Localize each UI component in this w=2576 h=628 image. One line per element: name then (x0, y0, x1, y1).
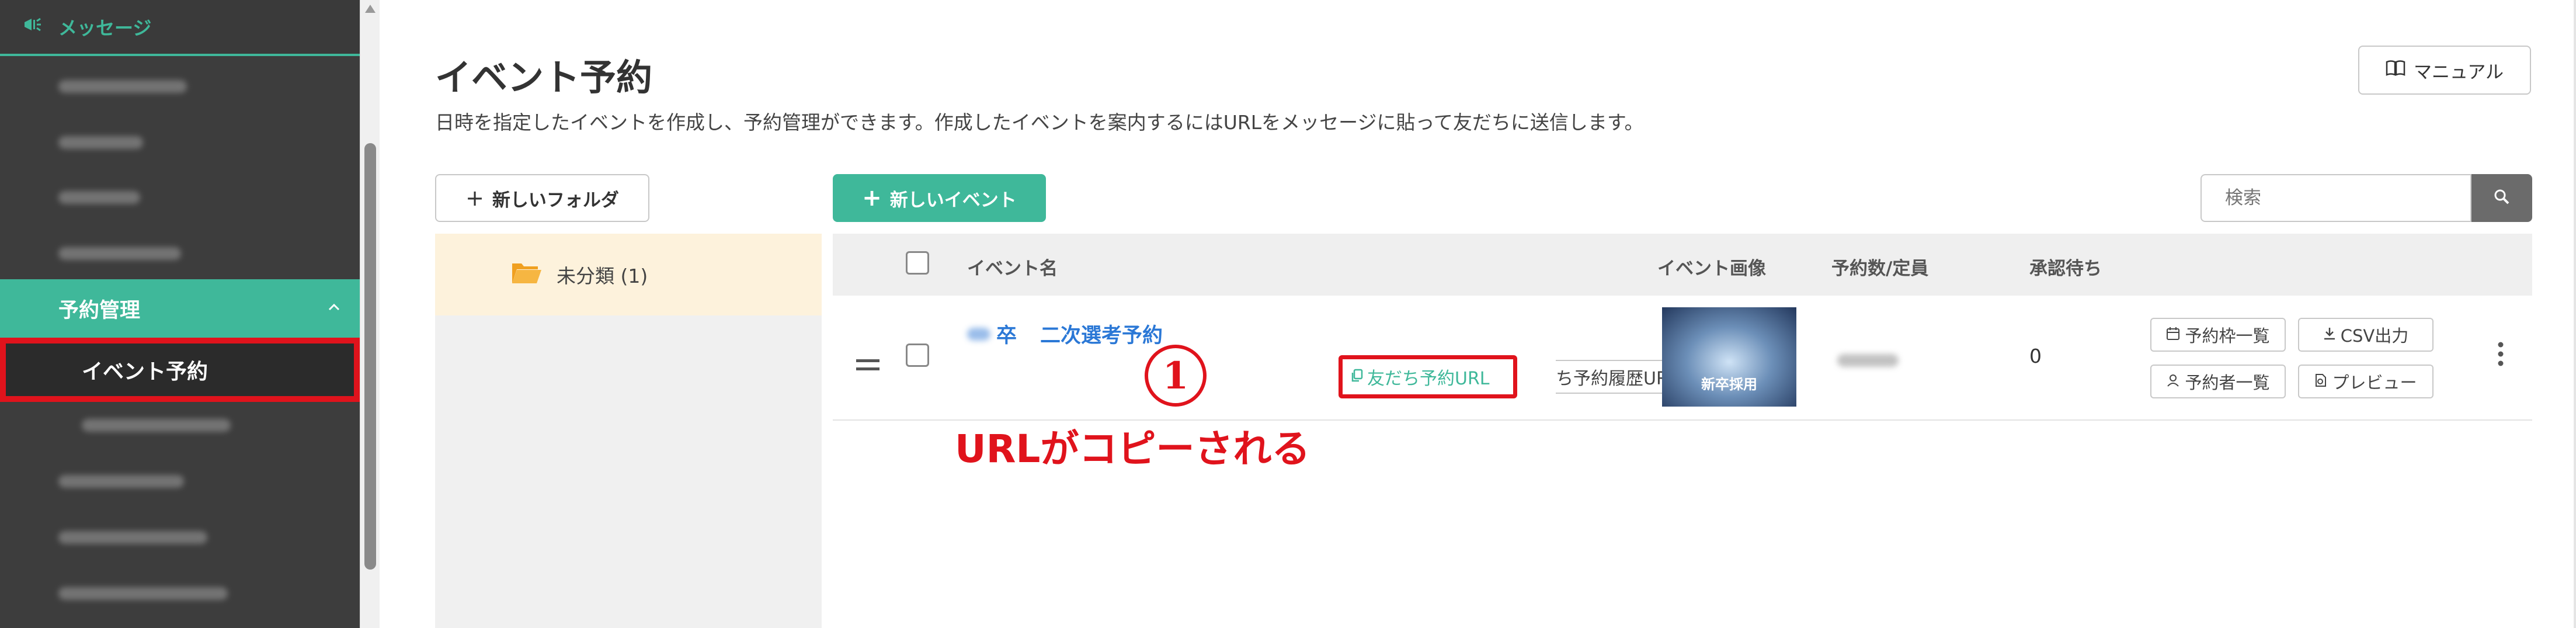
blurred-label (58, 80, 187, 93)
search-icon (2493, 188, 2511, 208)
copy-icon (1351, 367, 1364, 387)
scroll-up-icon[interactable] (365, 5, 376, 13)
sidebar-item-message[interactable]: メッセージ (0, 0, 360, 56)
sidebar-item-reservation[interactable]: 予約管理 (0, 279, 360, 338)
column-header: 承認待ち (2029, 258, 2102, 279)
sidebar-item-blurred[interactable] (0, 115, 360, 171)
folder-item[interactable]: 未分類 (1) (435, 234, 822, 315)
column-header: イベント名 (967, 258, 1058, 279)
event-name: 二次選考予約 (1040, 324, 1163, 348)
sidebar-item-label: 予約管理 (58, 299, 141, 322)
csv-export-label: CSV出力 (2340, 326, 2409, 346)
friend-url-label: 友だち予約URL (1367, 369, 1490, 389)
blurred-label (58, 587, 228, 600)
sidebar-subitem-event-reservation[interactable]: イベント予約 (0, 338, 360, 402)
sidebar-item-label: イベント予約 (82, 360, 208, 384)
blurred-text (1837, 354, 1899, 367)
main-content: イベント予約 日時を指定したイベントを作成し、予約管理ができます。作成したイベン… (380, 0, 2576, 628)
search-input[interactable] (2200, 174, 2471, 222)
manual-button[interactable]: マニュアル (2358, 46, 2531, 95)
preview-label: プレビュー (2332, 373, 2417, 393)
annotation-text: URLがコピーされる (955, 426, 1310, 471)
reservation-count (1837, 354, 1899, 369)
chevron-up-icon (327, 297, 341, 319)
event-name-prefix: 卒 (996, 324, 1017, 348)
reservers-list-label: 予約者一覧 (2185, 373, 2270, 393)
sidebar-item-blurred[interactable] (0, 169, 360, 225)
megaphone-icon (23, 16, 42, 37)
search-button[interactable] (2471, 174, 2532, 222)
blurred-label (58, 191, 140, 204)
new-event-button[interactable]: + 新しいイベント (833, 174, 1046, 222)
blurred-label (58, 475, 184, 488)
event-name-link[interactable]: 卒 二次選考予約 (967, 319, 1163, 349)
sidebar-item-label: メッセージ (58, 17, 152, 39)
plus-icon: + (465, 185, 484, 211)
manual-label: マニュアル (2413, 61, 2504, 83)
preview-button[interactable]: プレビュー (2298, 365, 2434, 398)
download-icon (2323, 325, 2336, 345)
new-folder-button[interactable]: + 新しいフォルダ (435, 174, 649, 222)
new-event-label: 新しいイベント (889, 189, 1017, 211)
sidebar-item-blurred[interactable] (0, 453, 360, 509)
blurred-label (58, 531, 207, 544)
history-url-label: ち予約履歴URL (1556, 369, 1678, 389)
plus-icon: + (862, 185, 882, 211)
friend-reservation-url-button[interactable]: 友だち予約URL (1339, 355, 1517, 398)
event-image: 新卒採用 (1662, 307, 1796, 407)
select-all-checkbox[interactable] (906, 251, 929, 275)
table-row: 卒 二次選考予約 ち予約履歴URL 友だち予約URL 新卒採用 0 予約枠一覧 (833, 296, 2532, 421)
column-header: 予約数/定員 (1831, 258, 1929, 279)
csv-export-button[interactable]: CSV出力 (2298, 318, 2434, 352)
folder-panel: 未分類 (1) (435, 234, 822, 628)
slots-list-label: 予約枠一覧 (2185, 326, 2270, 346)
scrollbar-thumb[interactable] (364, 143, 376, 570)
book-icon (2386, 60, 2405, 81)
drag-handle-icon[interactable] (856, 347, 879, 379)
calendar-icon (2166, 325, 2180, 345)
blurred-label (58, 247, 181, 260)
table-header: イベント名 イベント画像 予約数/定員 承認待ち (833, 234, 2532, 296)
page-title: イベント予約 (435, 56, 653, 99)
column-header: イベント画像 (1657, 258, 1766, 279)
reservers-list-button[interactable]: 予約者一覧 (2150, 365, 2286, 398)
row-checkbox[interactable] (906, 344, 929, 367)
more-options-icon[interactable] (2497, 341, 2504, 373)
step-number-badge: 1 (1145, 345, 1207, 407)
sidebar-item-blurred[interactable] (0, 225, 360, 282)
sidebar-scrollbar[interactable] (360, 0, 380, 628)
blurred-text (967, 327, 990, 341)
preview-icon (2314, 372, 2327, 391)
new-folder-label: 新しいフォルダ (492, 189, 619, 211)
sidebar-subitem-blurred[interactable] (0, 397, 360, 453)
pending-count: 0 (2029, 345, 2042, 367)
folder-label: 未分類 (1) (557, 265, 648, 287)
folder-open-icon (511, 260, 543, 289)
event-image-title: 新卒採用 (1701, 376, 1757, 393)
page-description: 日時を指定したイベントを作成し、予約管理ができます。作成したイベントを案内するに… (435, 111, 1644, 134)
sidebar-item-blurred[interactable] (0, 565, 360, 622)
blurred-label (58, 136, 143, 149)
blurred-label (82, 419, 231, 432)
user-icon (2166, 372, 2180, 391)
sidebar: メッセージ 予約管理 イベント予約 (0, 0, 360, 628)
slots-list-button[interactable]: 予約枠一覧 (2150, 318, 2286, 352)
sidebar-item-blurred[interactable] (0, 58, 360, 115)
sidebar-item-blurred[interactable] (0, 509, 360, 565)
